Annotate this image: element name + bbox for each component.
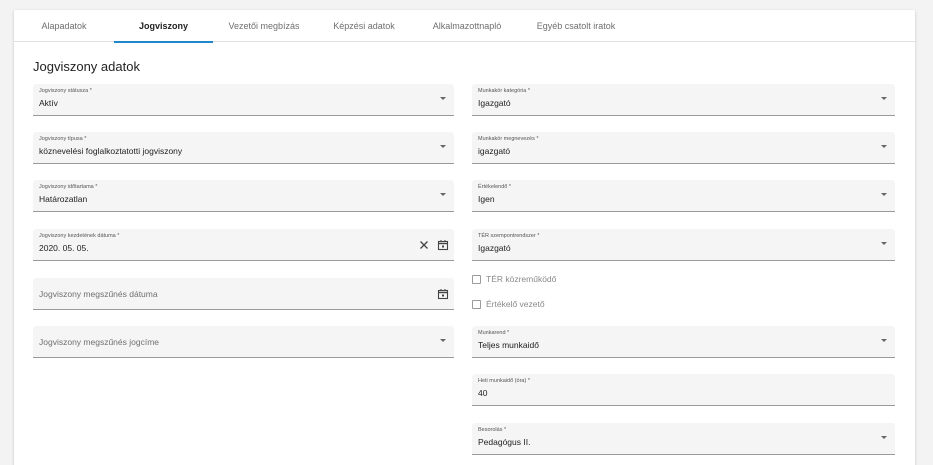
evaluated-label: Értékelendő * <box>478 184 512 190</box>
tab-bar: Alapadatok Jogviszony Vezetői megbízás K… <box>14 10 915 43</box>
dropdown-arrow-icon <box>881 193 887 196</box>
job-category-label: Munkakör kategória * <box>478 88 530 94</box>
dropdown-arrow-icon <box>440 339 446 342</box>
tab-alapadatok[interactable]: Alapadatok <box>28 10 100 42</box>
evaluated-value: Igen <box>478 194 495 204</box>
status-label: Jogviszony státusza * <box>39 88 92 94</box>
end-reason-select[interactable]: Jogviszony megszűnés jogcíme <box>33 326 454 358</box>
dropdown-arrow-icon <box>881 97 887 100</box>
type-select[interactable]: Jogviszony típusa * köznevelési foglalko… <box>33 132 454 164</box>
type-label: Jogviszony típusa * <box>39 136 87 142</box>
dropdown-arrow-icon <box>440 193 446 196</box>
tab-label: Alapadatok <box>41 21 87 31</box>
clear-icon[interactable] <box>418 239 430 251</box>
job-title-label: Munkakör megnevezés * <box>478 136 539 142</box>
dropdown-arrow-icon <box>881 436 887 439</box>
classification-label: Besorolás * <box>478 427 507 433</box>
ter-contributor-label: TÉR közreműködő <box>486 274 557 284</box>
ter-system-value: Igazgató <box>478 243 511 253</box>
ter-system-label: TÉR szempontrendszer * <box>478 233 540 239</box>
tab-label: Vezetői megbízás <box>228 21 300 31</box>
section-title: Jogviszony adatok <box>33 59 140 74</box>
main-card: Alapadatok Jogviszony Vezetői megbízás K… <box>14 10 915 465</box>
classification-value: Pedagógus II. <box>478 437 531 447</box>
tab-label: Alkalmazottnapló <box>432 21 502 31</box>
start-date-value: 2020. 05. 05. <box>39 243 89 253</box>
evaluating-leader-checkbox-row[interactable]: Értékelő vezető <box>472 297 545 311</box>
weekly-hours-label: Heti munkaidő (óra) * <box>478 378 530 384</box>
start-date-field[interactable]: Jogviszony kezdetének dátuma * 2020. 05.… <box>33 229 454 261</box>
ter-contributor-checkbox[interactable] <box>472 274 481 284</box>
tab-egyeb-csatolt-iratok[interactable]: Egyéb csatolt iratok <box>523 10 629 42</box>
end-date-field[interactable]: Jogviszony megszűnés dátuma <box>33 278 454 310</box>
tab-label: Jogviszony <box>138 21 188 31</box>
tab-label: Egyéb csatolt iratok <box>536 21 616 31</box>
job-title-value: igazgató <box>478 146 511 156</box>
active-tab-indicator <box>114 41 213 43</box>
ter-system-select[interactable]: TÉR szempontrendszer * Igazgató <box>472 229 895 261</box>
work-schedule-label: Munkarend * <box>478 330 510 336</box>
dropdown-arrow-icon <box>881 242 887 245</box>
status-select[interactable]: Jogviszony státusza * Aktív <box>33 84 454 116</box>
calendar-icon[interactable] <box>437 288 449 300</box>
duration-value: Határozatlan <box>39 194 88 204</box>
end-date-placeholder: Jogviszony megszűnés dátuma <box>39 289 158 299</box>
duration-label: Jogviszony időtartama * <box>39 184 98 190</box>
start-date-label: Jogviszony kezdetének dátuma * <box>39 233 120 239</box>
weekly-hours-input[interactable]: Heti munkaidő (óra) * 40 <box>472 374 895 406</box>
ter-contributor-checkbox-row[interactable]: TÉR közreműködő <box>472 272 556 286</box>
tab-vezetoi-megbizas[interactable]: Vezetői megbízás <box>223 10 305 42</box>
work-schedule-value: Teljes munkaidő <box>478 340 539 350</box>
classification-select[interactable]: Besorolás * Pedagógus II. <box>472 423 895 455</box>
dropdown-arrow-icon <box>881 339 887 342</box>
duration-select[interactable]: Jogviszony időtartama * Határozatlan <box>33 180 454 212</box>
job-category-value: Igazgató <box>478 98 511 108</box>
calendar-icon[interactable] <box>437 239 449 251</box>
status-value: Aktív <box>39 98 58 108</box>
evaluated-select[interactable]: Értékelendő * Igen <box>472 180 895 212</box>
work-schedule-select[interactable]: Munkarend * Teljes munkaidő <box>472 326 895 358</box>
dropdown-arrow-icon <box>881 145 887 148</box>
dropdown-arrow-icon <box>440 145 446 148</box>
tab-alkalmazottnaplo[interactable]: Alkalmazottnapló <box>422 10 512 42</box>
type-value: köznevelési foglalkoztatotti jogviszony <box>39 146 183 156</box>
job-category-select[interactable]: Munkakör kategória * Igazgató <box>472 84 895 116</box>
tab-kepzesi-adatok[interactable]: Képzési adatok <box>326 10 402 42</box>
weekly-hours-value: 40 <box>478 388 488 398</box>
job-title-select[interactable]: Munkakör megnevezés * igazgató <box>472 132 895 164</box>
tab-jogviszony[interactable]: Jogviszony <box>114 10 213 43</box>
evaluating-leader-label: Értékelő vezető <box>486 299 545 309</box>
dropdown-arrow-icon <box>440 97 446 100</box>
end-reason-placeholder: Jogviszony megszűnés jogcíme <box>39 337 160 347</box>
tab-label: Képzési adatok <box>333 21 395 31</box>
evaluating-leader-checkbox[interactable] <box>472 299 481 309</box>
